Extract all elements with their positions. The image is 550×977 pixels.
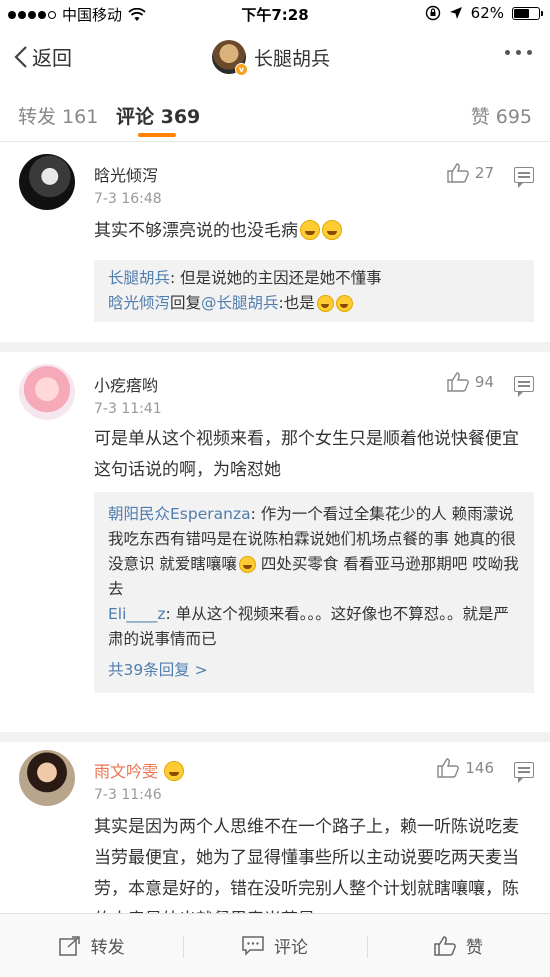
tab-likes[interactable]: 赞 695 bbox=[471, 102, 532, 129]
tab-bar: 转发 161 评论 369 赞 695 bbox=[0, 86, 550, 142]
back-button[interactable]: 返回 bbox=[14, 42, 72, 71]
like-button[interactable]: 94 bbox=[447, 372, 494, 392]
comment-item: 晗光倾泻 7-3 16:48 27 其实不够漂亮说的也没毛病 长腿胡兵: 但是说… bbox=[0, 142, 550, 342]
laugh-emoji-icon bbox=[322, 220, 342, 240]
back-label: 返回 bbox=[32, 46, 72, 70]
crown-emoji-icon bbox=[164, 761, 185, 781]
reply-text: :也是 bbox=[278, 294, 315, 312]
repost-button[interactable]: 转发 bbox=[0, 914, 183, 977]
tab-comments[interactable]: 评论 369 bbox=[116, 102, 200, 129]
like-count: 94 bbox=[474, 373, 494, 391]
reply-line: 朝阳民众Esperanza: 作为一个看过全集花少的人 赖雨濛说我吃东西有错吗是… bbox=[108, 502, 520, 602]
orientation-lock-icon bbox=[425, 5, 440, 21]
location-icon bbox=[449, 7, 462, 19]
repost-icon bbox=[58, 935, 80, 956]
comment-button[interactable]: 评论 bbox=[183, 914, 366, 977]
reply-icon[interactable] bbox=[514, 167, 534, 188]
avatar[interactable] bbox=[19, 364, 75, 420]
tab-repost[interactable]: 转发 161 bbox=[18, 102, 98, 129]
divider bbox=[0, 732, 550, 742]
laugh-emoji-icon bbox=[316, 295, 334, 312]
commenter-name[interactable]: 雨文吟雯 bbox=[94, 758, 185, 782]
avatar: v bbox=[212, 40, 248, 76]
verified-badge-icon: v bbox=[235, 63, 248, 76]
reply-user[interactable]: 长腿胡兵 bbox=[108, 269, 170, 287]
more-replies-link[interactable]: 共39条回复 > bbox=[108, 658, 520, 683]
thumbs-up-icon bbox=[434, 935, 456, 956]
page-title: 长腿胡兵 bbox=[254, 47, 331, 70]
reply-line: Eli____z: 单从这个视频来看。。。这好像也不算怼。。就是严肃的说事情而已 bbox=[108, 602, 520, 652]
commenter-name[interactable]: 小疙瘩哟 bbox=[94, 372, 158, 396]
reply-box[interactable]: 朝阳民众Esperanza: 作为一个看过全集花少的人 赖雨濛说我吃东西有错吗是… bbox=[94, 492, 534, 693]
mention-link[interactable]: @长腿胡兵 bbox=[201, 294, 279, 312]
thumbs-up-icon bbox=[447, 163, 469, 183]
smile-emoji-icon bbox=[238, 556, 256, 573]
nav-bar: 返回 v 长腿胡兵 bbox=[0, 28, 550, 86]
reply-line: 长腿胡兵: 但是说她的主因还是她不懂事 bbox=[108, 266, 520, 291]
comment-label: 评论 bbox=[273, 938, 308, 958]
nav-title-group[interactable]: v 长腿胡兵 bbox=[212, 40, 331, 76]
avatar[interactable] bbox=[19, 154, 75, 210]
avatar[interactable] bbox=[19, 750, 75, 806]
like-label: 赞 bbox=[465, 938, 483, 958]
comment-time: 7-3 11:41 bbox=[94, 401, 162, 417]
like-count: 27 bbox=[474, 164, 494, 182]
reply-box[interactable]: 长腿胡兵: 但是说她的主因还是她不懂事 晗光倾泻回复@长腿胡兵:也是 bbox=[94, 260, 534, 322]
reply-user[interactable]: 晗光倾泻 bbox=[108, 294, 170, 312]
battery-icon bbox=[512, 6, 543, 20]
comment-text: 其实是因为两个人思维不在一个路子上，赖一听陈说吃麦当劳最便宜，她为了显得懂事些所… bbox=[94, 817, 519, 913]
comment-text: 可是单从这个视频来看，那个女生只是顺着他说快餐便宜这句话说的啊，为啥怼她 bbox=[94, 429, 519, 480]
like-button[interactable]: 146 bbox=[437, 758, 494, 778]
comment-text: 其实不够漂亮说的也没毛病 bbox=[94, 216, 534, 247]
commenter-name[interactable]: 晗光倾泻 bbox=[94, 162, 158, 186]
like-button[interactable]: 27 bbox=[447, 163, 494, 183]
status-bar: 中国移动 下午7:28 62% bbox=[0, 0, 550, 28]
reply-user[interactable]: Eli____z bbox=[108, 605, 166, 623]
repost-label: 转发 bbox=[90, 938, 125, 958]
reply-line: 晗光倾泻回复@长腿胡兵:也是 bbox=[108, 291, 520, 316]
comment-time: 7-3 16:48 bbox=[94, 191, 162, 207]
thumbs-up-icon bbox=[437, 758, 460, 778]
battery-percent: 62% bbox=[470, 4, 504, 22]
active-tab-indicator bbox=[138, 133, 176, 137]
like-count: 146 bbox=[465, 759, 494, 777]
reply-mid: 回复 bbox=[170, 294, 202, 312]
comment-item: 小疙瘩哟 7-3 11:41 94 可是单从这个视频来看，那个女生只是顺着他说快… bbox=[0, 352, 550, 732]
reply-text: : 单从这个视频来看。。。这好像也不算怼。。就是严肃的说事情而已 bbox=[108, 605, 509, 648]
bottom-toolbar: 转发 评论 赞 bbox=[0, 913, 550, 977]
comment-icon bbox=[242, 935, 264, 956]
reply-user[interactable]: 朝阳民众Esperanza bbox=[108, 505, 251, 523]
thumbs-up-icon bbox=[447, 372, 469, 392]
like-post-button[interactable]: 赞 bbox=[366, 914, 550, 977]
status-right: 62% bbox=[425, 4, 543, 22]
laugh-emoji-icon bbox=[300, 220, 320, 240]
reply-text: : 但是说她的主因还是她不懂事 bbox=[170, 269, 382, 287]
divider bbox=[0, 342, 550, 352]
chevron-left-icon bbox=[14, 45, 27, 68]
reply-icon[interactable] bbox=[514, 762, 534, 783]
comment-time: 7-3 11:46 bbox=[94, 787, 162, 803]
comment-item: 雨文吟雯 7-3 11:46 146 其实是因为两个人思维不在一个路子上，赖一听… bbox=[0, 742, 550, 913]
laugh-emoji-icon bbox=[335, 295, 353, 312]
reply-icon[interactable] bbox=[514, 376, 534, 397]
more-options-icon[interactable] bbox=[505, 50, 532, 55]
